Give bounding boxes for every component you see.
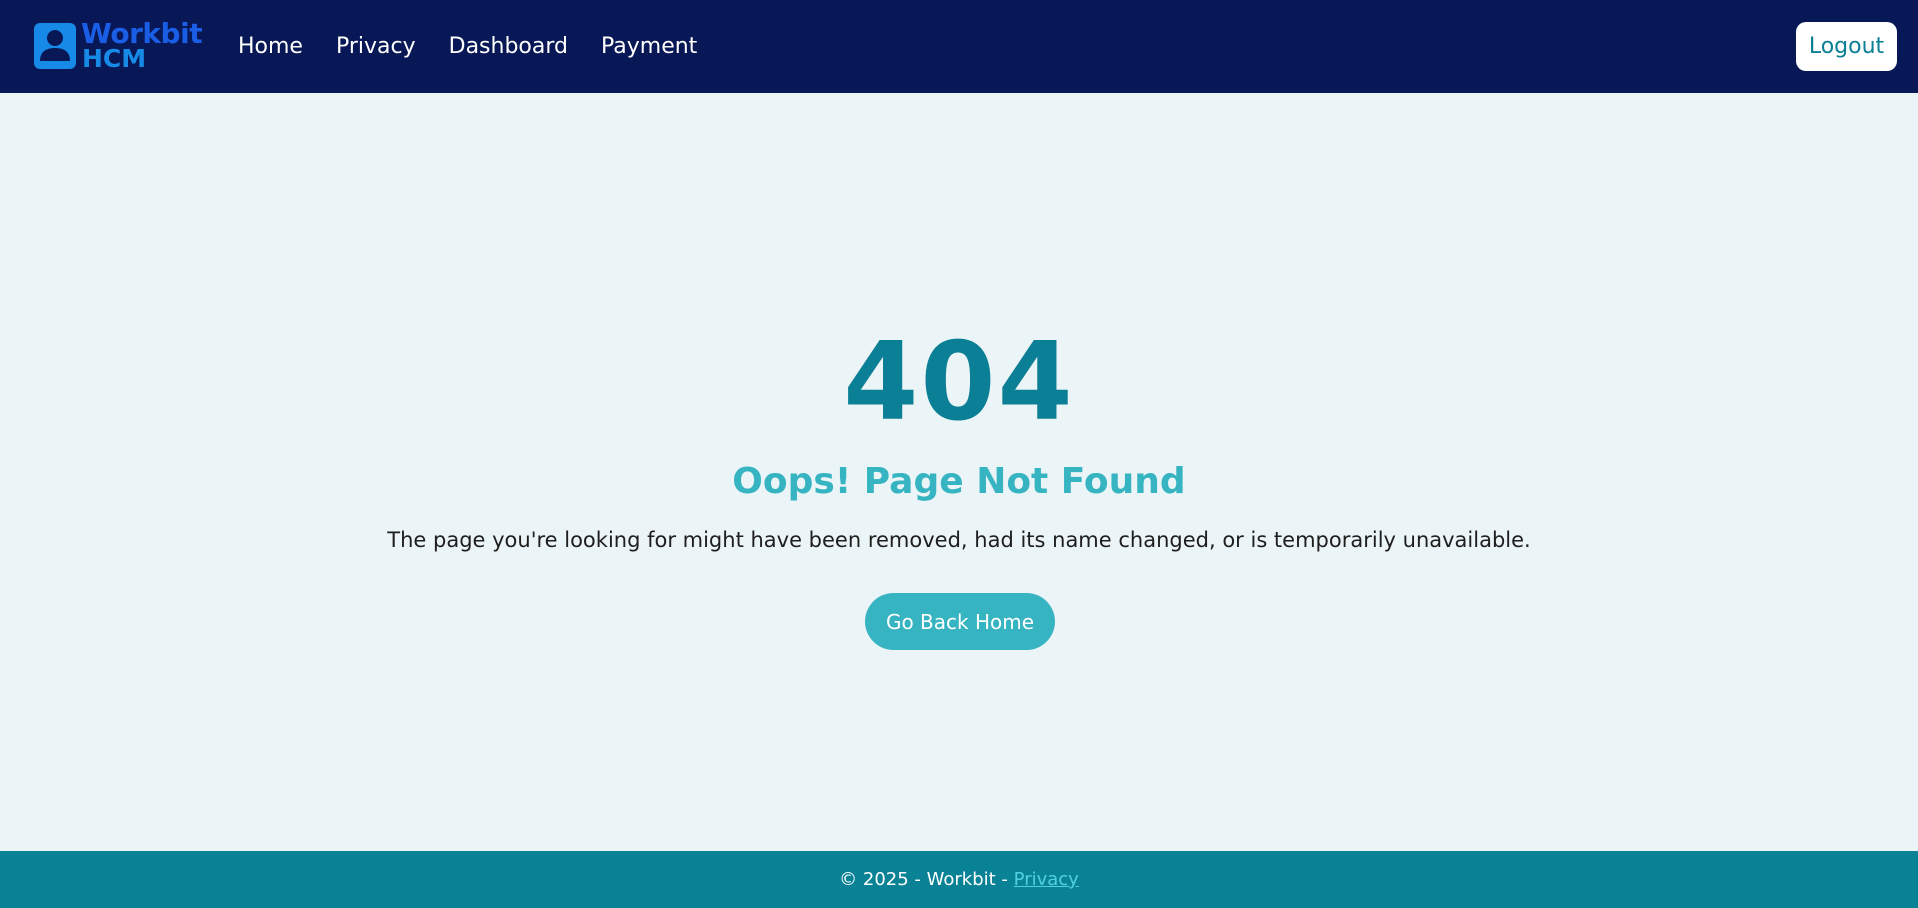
nav-link-payment[interactable]: Payment bbox=[601, 34, 697, 59]
brand-name-line2: HCM bbox=[82, 44, 147, 73]
main-nav: Home Privacy Dashboard Payment bbox=[238, 0, 730, 93]
go-back-home-button[interactable]: Go Back Home bbox=[865, 593, 1055, 650]
brand-logo[interactable]: Workbit HCM bbox=[34, 17, 203, 73]
footer-copyright: © 2025 - Workbit - bbox=[839, 869, 1013, 890]
footer-text: © 2025 - Workbit - bbox=[839, 869, 1014, 890]
logout-button[interactable]: Logout bbox=[1796, 22, 1897, 71]
error-description: The page you're looking for might have b… bbox=[387, 528, 1531, 552]
nav-link-privacy[interactable]: Privacy bbox=[336, 34, 416, 59]
error-title: Oops! Page Not Found bbox=[732, 461, 1186, 502]
top-navbar: Workbit HCM Home Privacy Dashboard Payme… bbox=[0, 0, 1918, 93]
error-code: 404 bbox=[843, 320, 1075, 445]
brand-name: Workbit HCM bbox=[81, 17, 203, 73]
footer-privacy-link[interactable]: Privacy bbox=[1014, 869, 1079, 890]
nav-link-dashboard[interactable]: Dashboard bbox=[449, 34, 568, 59]
nav-link-home[interactable]: Home bbox=[238, 34, 303, 59]
user-badge-icon bbox=[34, 23, 76, 69]
not-found-section: 404 Oops! Page Not Found The page you're… bbox=[0, 93, 1918, 851]
brand-name-line1: Workbit bbox=[81, 17, 203, 50]
page-footer: © 2025 - Workbit - Privacy bbox=[0, 851, 1918, 908]
